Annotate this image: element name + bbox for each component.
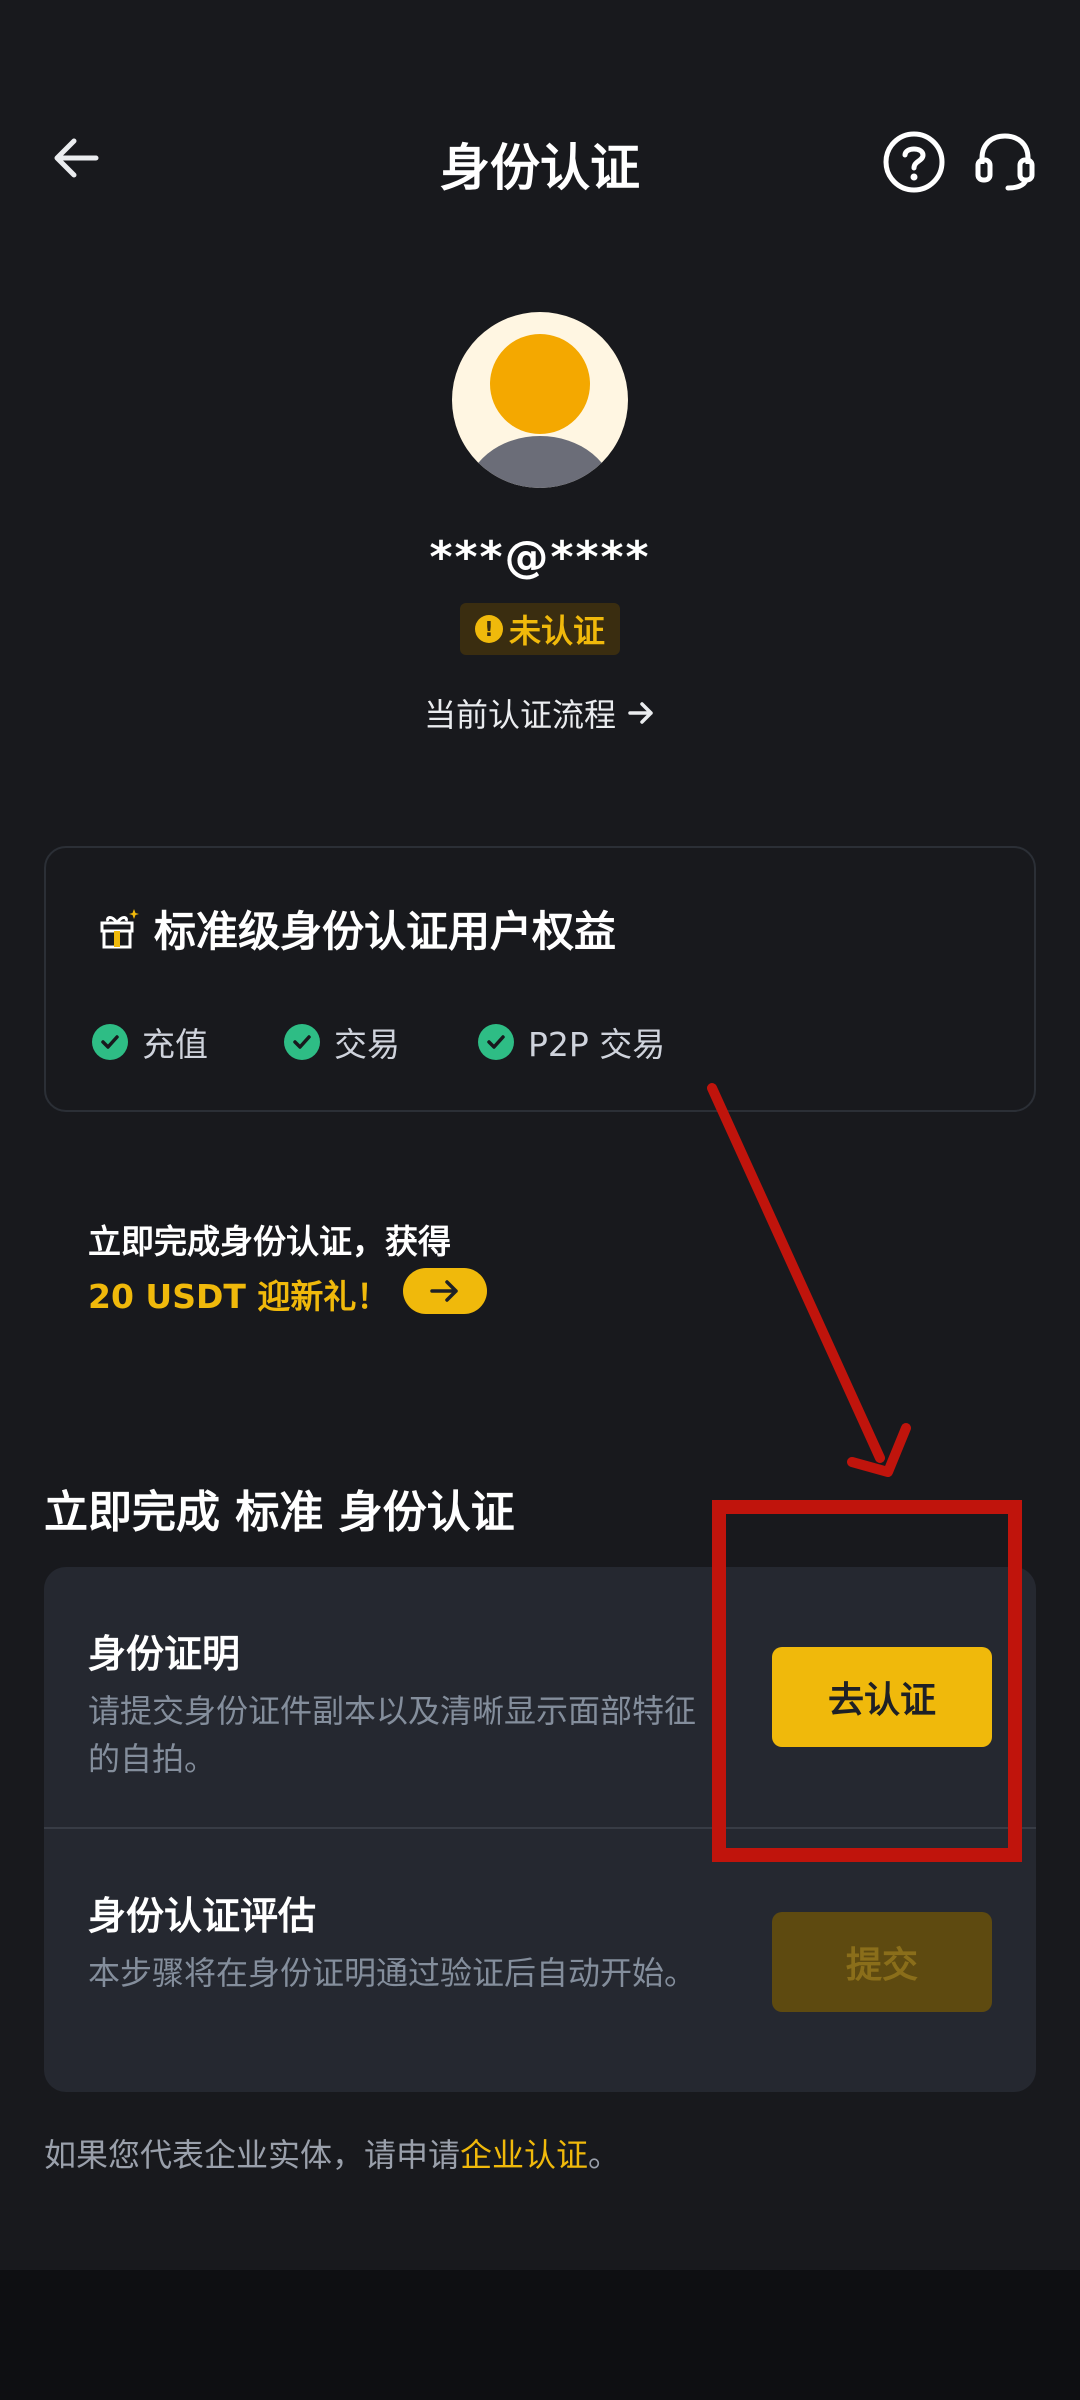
step-assessment-desc: 本步骤将在身份证明通过验证后自动开始。: [88, 1954, 697, 1992]
footer-text: 如果您代表企业实体，请申请: [44, 2136, 461, 2174]
enterprise-verification-link[interactable]: 企业认证: [460, 2136, 588, 2174]
annotation-highlight-box: [712, 1500, 1022, 1862]
submit-button[interactable]: 提交: [772, 1912, 992, 2012]
arrow-right-icon: [430, 1280, 458, 1302]
check-icon: [284, 1024, 320, 1060]
footer-note: 如果您代表企业实体，请申请企业认证。: [44, 2130, 620, 2176]
benefit-label: 交易: [334, 1025, 400, 1064]
benefit-label: 充值: [142, 1025, 208, 1064]
headset-icon: [975, 133, 1035, 191]
status-text: 未认证: [508, 612, 605, 650]
gift-icon: [100, 908, 139, 948]
check-icon: [478, 1024, 514, 1060]
benefits-title-row: 标准级身份认证用户权益: [96, 898, 616, 959]
section-title: 立即完成 标准 身份认证: [44, 1487, 515, 1538]
help-button[interactable]: [880, 128, 948, 196]
benefits-title: 标准级身份认证用户权益: [154, 907, 617, 956]
step-identity-title: 身份证明: [88, 1632, 241, 1676]
step-identity-desc: 请提交身份证件副本以及清晰显示面部特征的自拍。: [88, 1692, 697, 1778]
avatar: [452, 312, 628, 488]
benefits-card: 标准级身份认证用户权益 充值 交易 P2P 交易: [44, 846, 1036, 1112]
bottom-bar: [0, 2270, 1080, 2400]
current-flow-link[interactable]: 当前认证流程: [0, 690, 1080, 736]
benefit-p2p: P2P 交易: [478, 1018, 665, 1066]
benefit-deposit: 充值: [92, 1018, 208, 1066]
promo-reward: 20 USDT 迎新礼！: [88, 1277, 390, 1316]
current-flow-label: 当前认证流程: [423, 696, 616, 734]
promo-text: 立即完成身份认证，获得: [88, 1222, 451, 1261]
footer-suffix: 。: [588, 2136, 621, 2174]
benefit-label: P2P 交易: [528, 1025, 666, 1064]
question-circle-icon: [883, 131, 945, 193]
check-icon: [92, 1024, 128, 1060]
step-assessment-title: 身份认证评估: [88, 1894, 317, 1938]
exclamation-icon: !: [474, 615, 503, 643]
status-badge: ! 未认证: [460, 603, 620, 655]
arrow-right-icon: [628, 702, 653, 724]
customer-support-button[interactable]: [970, 126, 1040, 196]
account-email: ***@****: [429, 532, 651, 583]
benefit-trade: 交易: [284, 1018, 400, 1066]
promo-arrow-button[interactable]: [403, 1268, 487, 1314]
